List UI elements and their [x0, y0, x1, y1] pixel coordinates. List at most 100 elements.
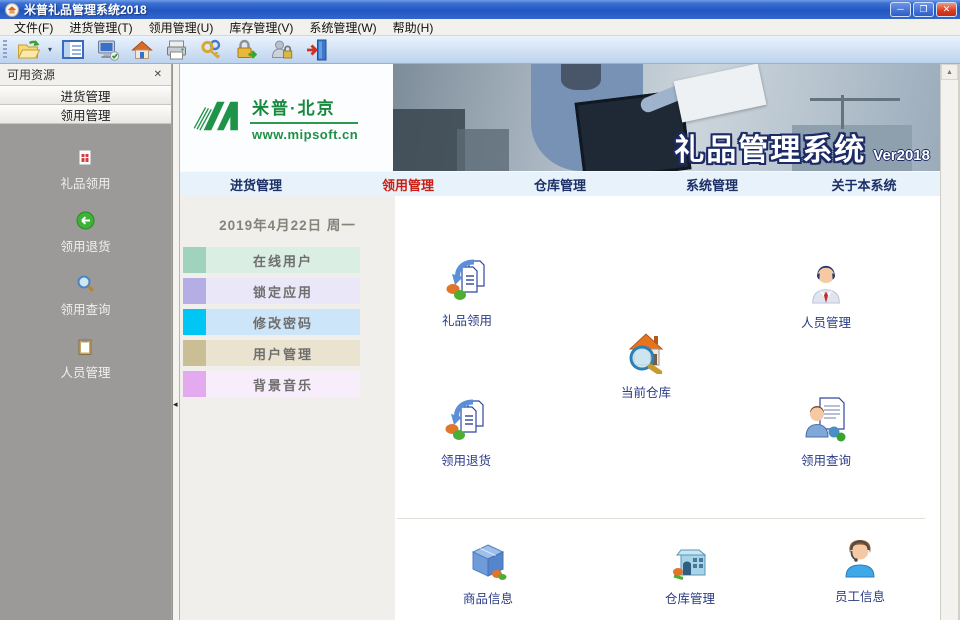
exit-button[interactable]: [301, 37, 332, 63]
quick-item-label[interactable]: 修改密码: [206, 309, 360, 335]
menu-system[interactable]: 系统管理(W): [301, 19, 384, 36]
shortcut-label: 仓库管理: [665, 588, 715, 607]
keys-icon: [199, 38, 224, 62]
close-button[interactable]: ✕: [936, 2, 957, 17]
sidebar-shortcut-panel: 礼品领用 领用退货 领用查询: [0, 124, 171, 620]
logo-box: 米普·北京 www.mipsoft.cn: [180, 64, 393, 171]
sidebar-header: 可用资源 ✕: [0, 64, 171, 86]
logo-text: 米普·北京 www.mipsoft.cn: [250, 94, 358, 142]
sidebar-splitter[interactable]: ◂: [172, 64, 180, 620]
home-button[interactable]: [127, 37, 157, 63]
color-block: [183, 247, 206, 273]
sidebar-tab-requisition[interactable]: 领用管理: [0, 105, 171, 124]
shortcut-label: 商品信息: [463, 588, 513, 607]
sidebar-item-requisition-query[interactable]: 领用查询: [60, 274, 110, 318]
quick-item-label[interactable]: 锁定应用: [206, 278, 360, 304]
quick-item-label[interactable]: 在线用户: [206, 247, 360, 273]
nav-system[interactable]: 系统管理: [636, 175, 788, 194]
printer-button[interactable]: [161, 37, 192, 63]
toolbar: ▾: [0, 36, 960, 64]
shortcut-label: 员工信息: [835, 586, 885, 605]
shortcut-gift-requisition[interactable]: 礼品领用: [425, 258, 509, 329]
shortcut-warehouse-management[interactable]: 仓库管理: [648, 542, 732, 607]
menu-purchase[interactable]: 进货管理(T): [61, 19, 140, 36]
search-icon: [76, 274, 95, 293]
person-doc-icon: [804, 396, 848, 447]
open-folder-icon: [16, 38, 41, 62]
sidebar-item-label: 人员管理: [60, 362, 110, 381]
doc-arrow-icon: [445, 258, 489, 307]
nav-purchase[interactable]: 进货管理: [180, 175, 332, 194]
application-window: 米普礼品管理系统2018 ─ ❐ ✕ 文件(F) 进货管理(T) 领用管理(U)…: [0, 0, 960, 620]
menu-bar: 文件(F) 进货管理(T) 领用管理(U) 库存管理(V) 系统管理(W) 帮助…: [0, 19, 960, 36]
house-search-icon: [623, 328, 669, 379]
nav-warehouse[interactable]: 仓库管理: [484, 175, 636, 194]
keys-button[interactable]: [196, 37, 227, 63]
quick-item-online-users[interactable]: 在线用户: [183, 247, 360, 273]
resource-sidebar: 可用资源 ✕ 进货管理 领用管理 礼品领用: [0, 64, 172, 620]
menu-file[interactable]: 文件(F): [6, 19, 61, 36]
date-label: 2019年4月22日 周一: [180, 214, 395, 234]
quick-item-label[interactable]: 背景音乐: [206, 371, 360, 397]
banner-paper-shape: [674, 64, 767, 122]
vertical-scrollbar[interactable]: ▲: [940, 64, 958, 620]
collapse-sidebar-icon[interactable]: ◂: [173, 400, 178, 409]
computer-button[interactable]: [92, 37, 123, 63]
menu-inventory[interactable]: 库存管理(V): [221, 19, 301, 36]
quick-item-label[interactable]: 用户管理: [206, 340, 360, 366]
color-block: [183, 278, 206, 304]
shortcut-label: 礼品领用: [442, 310, 492, 329]
main-area: 米普·北京 www.mipsoft.cn 礼品管理系统 Ver2018 进货管理…: [180, 64, 940, 620]
logo-company-name: 米普·北京: [250, 94, 358, 124]
system-version: Ver2018: [873, 147, 930, 164]
maximize-button[interactable]: ❐: [913, 2, 934, 17]
minimize-button[interactable]: ─: [890, 2, 911, 17]
sidebar-tab-purchase[interactable]: 进货管理: [0, 86, 171, 105]
warehouse-icon: [671, 542, 709, 585]
shortcut-requisition-return[interactable]: 领用退货: [424, 398, 508, 469]
sidebar-close-icon[interactable]: ✕: [152, 69, 164, 80]
logo-website: www.mipsoft.cn: [250, 124, 358, 142]
title-bar[interactable]: 米普礼品管理系统2018 ─ ❐ ✕: [0, 0, 960, 19]
quick-panel: 2019年4月22日 周一 在线用户 锁定应用 修改密码 用户管理: [180, 196, 395, 620]
color-block: [183, 371, 206, 397]
sidebar-item-gift-requisition[interactable]: 礼品领用: [60, 148, 110, 192]
sidebar-item-label: 领用查询: [60, 299, 110, 318]
shortcut-current-warehouse[interactable]: 当前仓库: [604, 328, 688, 401]
shortcut-product-info[interactable]: 商品信息: [446, 542, 530, 607]
shortcut-desktop: 礼品领用 人员管理: [395, 196, 940, 620]
nav-bar: 进货管理 领用管理 仓库管理 系统管理 关于本系统: [180, 171, 940, 196]
shortcut-label: 当前仓库: [621, 382, 671, 401]
user-lock-icon: [269, 38, 294, 62]
quick-item-lock-app[interactable]: 锁定应用: [183, 278, 360, 304]
sidebar-item-requisition-return[interactable]: 领用退货: [60, 211, 110, 255]
banner-photo: 礼品管理系统 Ver2018: [393, 64, 940, 171]
banner-building-shape: [457, 129, 509, 171]
nav-requisition[interactable]: 领用管理: [332, 175, 484, 194]
sidebar-item-personnel[interactable]: 人员管理: [60, 337, 110, 381]
system-title: 礼品管理系统: [674, 125, 866, 169]
lock-button[interactable]: [231, 37, 262, 63]
user-lock-button[interactable]: [266, 37, 297, 63]
open-folder-dropdown-caret[interactable]: ▾: [48, 45, 52, 54]
lock-icon: [234, 38, 259, 62]
form-button[interactable]: [58, 37, 88, 63]
shortcut-label: 人员管理: [801, 312, 851, 331]
menu-requisition[interactable]: 领用管理(U): [141, 19, 222, 36]
shortcut-employee-info[interactable]: 员工信息: [818, 538, 902, 605]
shortcut-requisition-query[interactable]: 领用查询: [784, 396, 868, 469]
open-folder-button[interactable]: [13, 37, 44, 63]
app-home-icon: [5, 3, 19, 17]
computer-icon: [95, 38, 120, 62]
toolbar-grip[interactable]: [3, 40, 7, 60]
sidebar-item-label: 领用退货: [60, 236, 110, 255]
quick-item-change-password[interactable]: 修改密码: [183, 309, 360, 335]
menu-help[interactable]: 帮助(H): [385, 19, 442, 36]
quick-item-user-management[interactable]: 用户管理: [183, 340, 360, 366]
shortcut-personnel[interactable]: 人员管理: [784, 262, 868, 331]
nav-about[interactable]: 关于本系统: [788, 175, 940, 194]
scroll-up-icon[interactable]: ▲: [941, 64, 958, 80]
quick-item-background-music[interactable]: 背景音乐: [183, 371, 360, 397]
return-icon: [76, 211, 95, 230]
quick-panel-rows: 在线用户 锁定应用 修改密码 用户管理 背景音乐: [183, 247, 395, 397]
